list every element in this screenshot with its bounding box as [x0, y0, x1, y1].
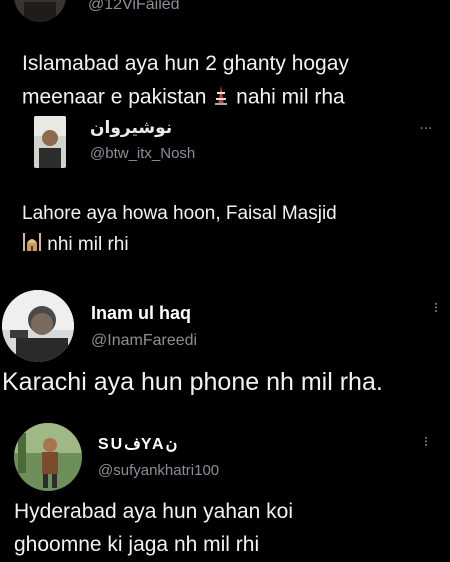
tweet-text-line: Hyderabad aya hun yahan koi: [14, 500, 294, 523]
tweet-text-line: Lahore aya howa hoon, Faisal Masjid: [22, 203, 337, 224]
more-options-icon[interactable]: ...: [422, 436, 437, 447]
user-handle[interactable]: @btw_itx_Nosh: [90, 145, 195, 162]
avatar-image: [34, 116, 66, 168]
user-handle[interactable]: @12ViFailed: [88, 0, 180, 14]
avatar[interactable]: [14, 423, 82, 491]
more-options-icon[interactable]: ...: [432, 302, 447, 313]
avatar-image: [14, 0, 66, 22]
tweet-text-line: meenaar e pakistan nahi mil rha: [22, 84, 345, 112]
avatar[interactable]: [2, 290, 74, 362]
tweet-text-line: Karachi aya hun phone nh mil rha.: [2, 368, 383, 396]
tower-icon: [212, 84, 230, 112]
tweet-text-line: Islamabad aya hun 2 ghanty hogay: [22, 52, 349, 75]
avatar[interactable]: [34, 116, 66, 168]
user-handle[interactable]: @InamFareedi: [91, 332, 197, 350]
tweet-text-fragment: nhi mil rhi: [47, 234, 129, 256]
display-name[interactable]: SUفYAن: [98, 434, 177, 454]
display-name[interactable]: نوشیروان: [90, 118, 172, 138]
avatar-image: [14, 423, 82, 491]
tweet-text-line: ghoomne ki jaga nh mil rhi: [14, 533, 260, 556]
tweet-text-fragment: meenaar e pakistan: [22, 85, 207, 109]
avatar-image: [2, 290, 74, 362]
mosque-icon: [22, 232, 42, 258]
tweet-text-line: nhi mil rhi: [22, 232, 129, 258]
tweet-text-fragment: nahi mil rha: [236, 85, 345, 109]
display-name[interactable]: Inam ul haq: [91, 303, 191, 324]
user-handle[interactable]: @sufyankhatri100: [98, 462, 219, 479]
more-options-icon[interactable]: ...: [420, 119, 433, 131]
avatar[interactable]: [14, 0, 66, 22]
